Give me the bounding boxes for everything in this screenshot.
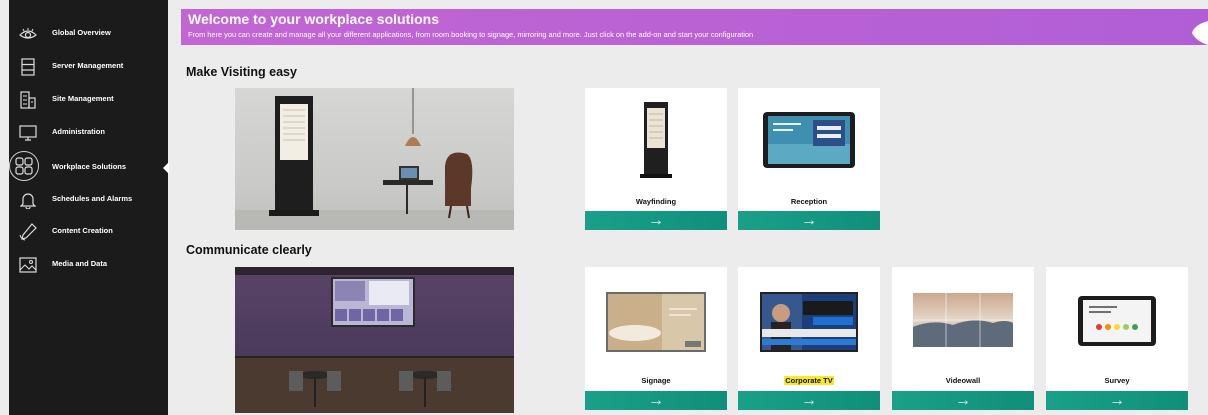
sidebar-item-workplace-solutions[interactable]: Workplace Solutions — [9, 151, 169, 185]
sidebar: Global Overview Server Management Site M… — [9, 0, 169, 415]
open-signage-button[interactable]: → — [585, 391, 727, 410]
bell-icon — [17, 189, 39, 211]
card-label: Reception — [790, 197, 828, 206]
addon-card-videowall[interactable]: Videowall → — [892, 267, 1034, 410]
section-title-make-visiting-easy: Make Visiting easy — [186, 65, 297, 79]
wayfinding-kiosk-image — [640, 102, 672, 178]
visiting-hero-image — [235, 88, 514, 230]
sidebar-item-label: Global Overview — [52, 28, 111, 37]
card-label: Corporate TV — [738, 376, 880, 385]
addon-card-survey[interactable]: Survey → — [1046, 267, 1188, 410]
welcome-banner: Welcome to your workplace solutions From… — [181, 9, 1208, 45]
section-title-communicate-clearly: Communicate clearly — [186, 243, 312, 257]
survey-tablet-image — [1078, 296, 1156, 346]
reception-tablet-image — [763, 112, 855, 168]
grid-icon — [9, 151, 39, 181]
open-reception-button[interactable]: → — [738, 211, 880, 230]
sidebar-item-administration[interactable]: Administration — [9, 118, 168, 148]
server-icon — [17, 56, 39, 78]
videowall-screen-image — [913, 293, 1013, 347]
sidebar-item-media-and-data[interactable]: Media and Data — [9, 250, 168, 280]
open-survey-button[interactable]: → — [1046, 391, 1188, 410]
pen-icon — [17, 221, 39, 243]
arrow-right-icon: → — [648, 211, 664, 229]
eye-icon — [17, 23, 39, 45]
building-icon — [17, 89, 39, 111]
arrow-right-icon: → — [648, 391, 664, 409]
card-label: Signage — [641, 376, 671, 385]
image-icon — [17, 254, 39, 276]
sidebar-item-content-creation[interactable]: Content Creation — [9, 217, 168, 247]
arrow-right-icon: → — [955, 391, 971, 409]
sidebar-item-schedules-and-alarms[interactable]: Schedules and Alarms — [9, 185, 168, 215]
communicate-hero-image — [235, 267, 514, 413]
sidebar-item-server-management[interactable]: Server Management — [9, 52, 168, 82]
sidebar-item-label: Server Management — [52, 61, 124, 70]
sidebar-item-label: Workplace Solutions — [52, 162, 127, 171]
open-videowall-button[interactable]: → — [892, 391, 1034, 410]
sidebar-item-label: Content Creation — [52, 226, 113, 235]
arrow-right-icon: → — [1109, 391, 1125, 409]
banner-subtitle: From here you can create and manage all … — [188, 30, 754, 39]
monitor-icon — [17, 122, 39, 144]
sidebar-item-label: Schedules and Alarms — [52, 194, 133, 203]
highlighted-label: Corporate TV — [784, 376, 834, 385]
card-label: Videowall — [945, 376, 981, 385]
banner-title: Welcome to your workplace solutions — [188, 11, 440, 27]
banner-decoration — [1192, 21, 1208, 45]
card-label: Survey — [1104, 376, 1130, 385]
open-wayfinding-button[interactable]: → — [585, 211, 727, 230]
addon-card-signage[interactable]: Signage → — [585, 267, 727, 410]
app-frame: Global Overview Server Management Site M… — [0, 0, 1208, 415]
corporate-tv-screen-image — [760, 292, 858, 352]
addon-card-wayfinding[interactable]: Wayfinding → — [585, 88, 727, 230]
card-label: Wayfinding — [635, 197, 677, 206]
sidebar-item-label: Media and Data — [52, 259, 108, 268]
addon-card-reception[interactable]: Reception → — [738, 88, 880, 230]
active-indicator — [163, 162, 169, 174]
open-corporate-tv-button[interactable]: → — [738, 391, 880, 410]
signage-screen-image — [606, 292, 706, 352]
sidebar-item-site-management[interactable]: Site Management — [9, 85, 168, 115]
addon-card-corporate-tv[interactable]: Corporate TV → — [738, 267, 880, 410]
sidebar-item-global-overview[interactable]: Global Overview — [9, 19, 168, 49]
sidebar-item-label: Administration — [52, 127, 105, 136]
sidebar-item-label: Site Management — [52, 94, 114, 103]
arrow-right-icon: → — [801, 391, 817, 409]
arrow-right-icon: → — [801, 211, 817, 229]
